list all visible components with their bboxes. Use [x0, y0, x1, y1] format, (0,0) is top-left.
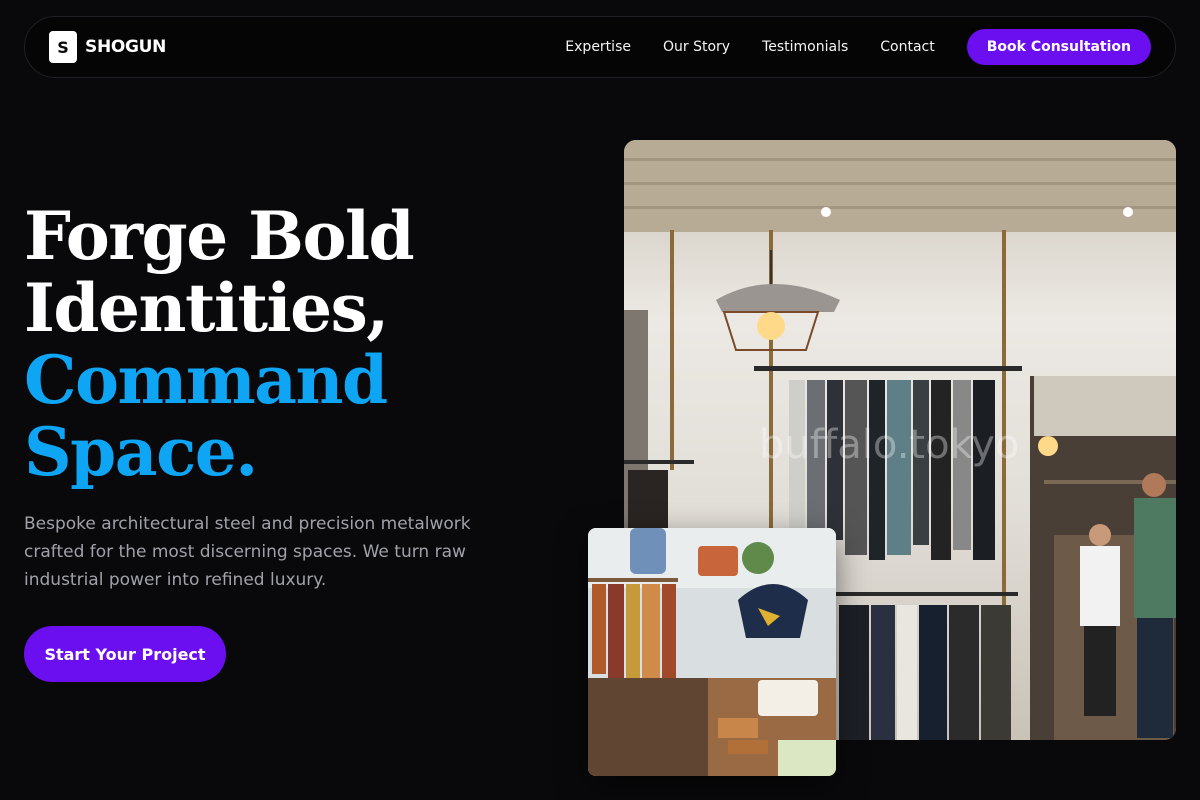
start-project-button[interactable]: Start Your Project — [24, 626, 226, 682]
watermark-text: buffalo.tokyo — [759, 422, 1019, 468]
book-consultation-button[interactable]: Book Consultation — [966, 29, 1151, 65]
headline-line-4: Space. — [24, 413, 258, 491]
boutique-illustration — [588, 528, 836, 776]
nav-link-expertise[interactable]: Expertise — [565, 39, 631, 55]
headline-line-3: Command — [24, 341, 388, 419]
nav-link-our-story[interactable]: Our Story — [663, 39, 730, 55]
headline-line-1: Forge Bold — [24, 197, 415, 275]
nav-links: Expertise Our Story Testimonials Contact… — [565, 29, 1151, 65]
boutique-photo — [588, 528, 836, 776]
headline-line-2: Identities, — [24, 269, 389, 347]
brand-logo[interactable]: S SHOGUN — [49, 31, 166, 63]
hero-headline: Forge Bold Identities, Command Space. — [24, 197, 415, 491]
nav-link-contact[interactable]: Contact — [880, 39, 934, 55]
hero-subtext: Bespoke architectural steel and precisio… — [24, 514, 471, 590]
nav-link-testimonials[interactable]: Testimonials — [762, 39, 848, 55]
top-navigation: S SHOGUN Expertise Our Story Testimonial… — [24, 16, 1176, 78]
brand-mark-icon: S — [49, 31, 77, 63]
brand-name: SHOGUN — [85, 37, 167, 57]
